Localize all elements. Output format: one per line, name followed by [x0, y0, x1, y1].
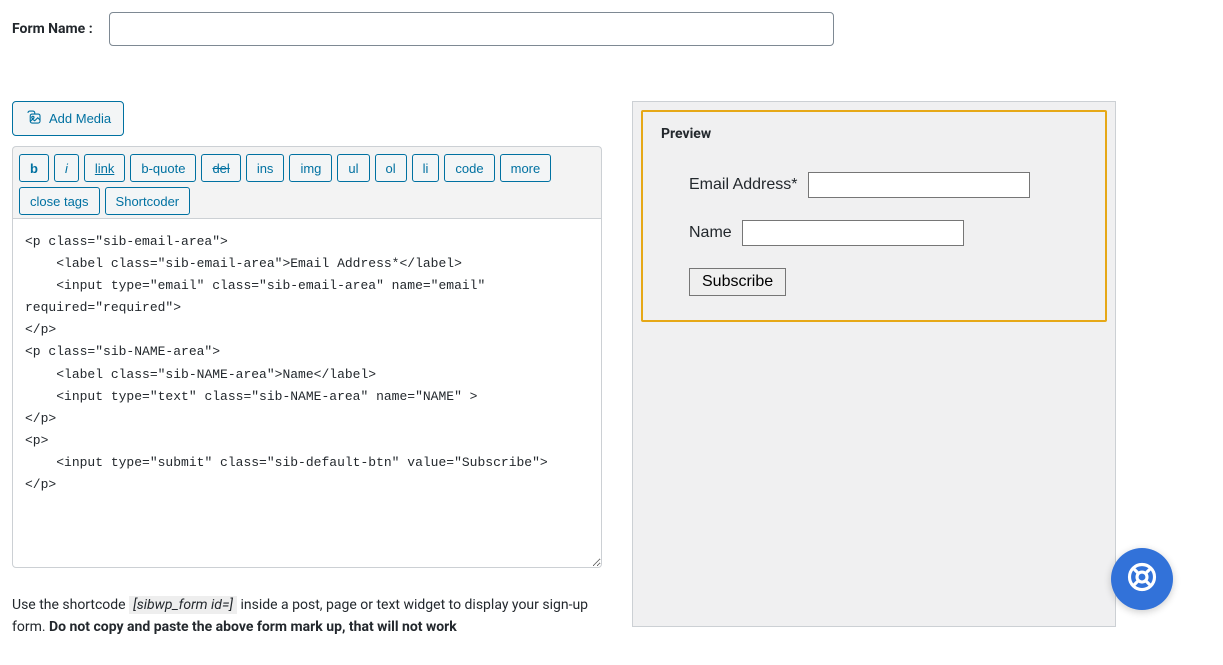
help-fab-button[interactable] [1111, 548, 1173, 610]
preview-name-label: Name [689, 224, 732, 242]
editor-toolbar: b i link b-quote del ins img ul ol li co… [12, 146, 602, 218]
toolbar-bold-button[interactable]: b [19, 154, 49, 182]
preview-email-input[interactable] [808, 172, 1030, 198]
toolbar-link-button[interactable]: link [84, 154, 126, 182]
toolbar-ol-button[interactable]: ol [375, 154, 407, 182]
form-name-label: Form Name : [12, 21, 93, 37]
form-markup-editor[interactable] [12, 218, 602, 568]
shortcode-text: [sibwp_form id=] [129, 596, 237, 614]
preview-email-label: Email Address* [689, 176, 798, 194]
media-icon [25, 108, 43, 129]
toolbar-shortcoder-button[interactable]: Shortcoder [105, 187, 191, 215]
shortcode-hint: Use the shortcode [sibwp_form id=] insid… [12, 594, 602, 639]
toolbar-img-button[interactable]: img [289, 154, 332, 182]
add-media-label: Add Media [49, 111, 111, 126]
toolbar-li-button[interactable]: li [412, 154, 440, 182]
toolbar-italic-button[interactable]: i [54, 154, 79, 182]
preview-name-input[interactable] [742, 220, 964, 246]
preview-title: Preview [661, 126, 1087, 142]
toolbar-more-button[interactable]: more [500, 154, 552, 182]
add-media-button[interactable]: Add Media [12, 101, 124, 136]
toolbar-code-button[interactable]: code [444, 154, 494, 182]
form-name-input[interactable] [109, 12, 834, 46]
preview-subscribe-button[interactable]: Subscribe [689, 268, 786, 296]
toolbar-del-button[interactable]: del [201, 154, 240, 182]
toolbar-closetags-button[interactable]: close tags [19, 187, 100, 215]
toolbar-ul-button[interactable]: ul [337, 154, 369, 182]
lifebuoy-icon [1127, 562, 1157, 596]
preview-panel: Preview Email Address* Name Subscribe [632, 101, 1116, 627]
preview-box: Preview Email Address* Name Subscribe [641, 110, 1107, 322]
toolbar-ins-button[interactable]: ins [246, 154, 285, 182]
toolbar-bquote-button[interactable]: b-quote [130, 154, 196, 182]
